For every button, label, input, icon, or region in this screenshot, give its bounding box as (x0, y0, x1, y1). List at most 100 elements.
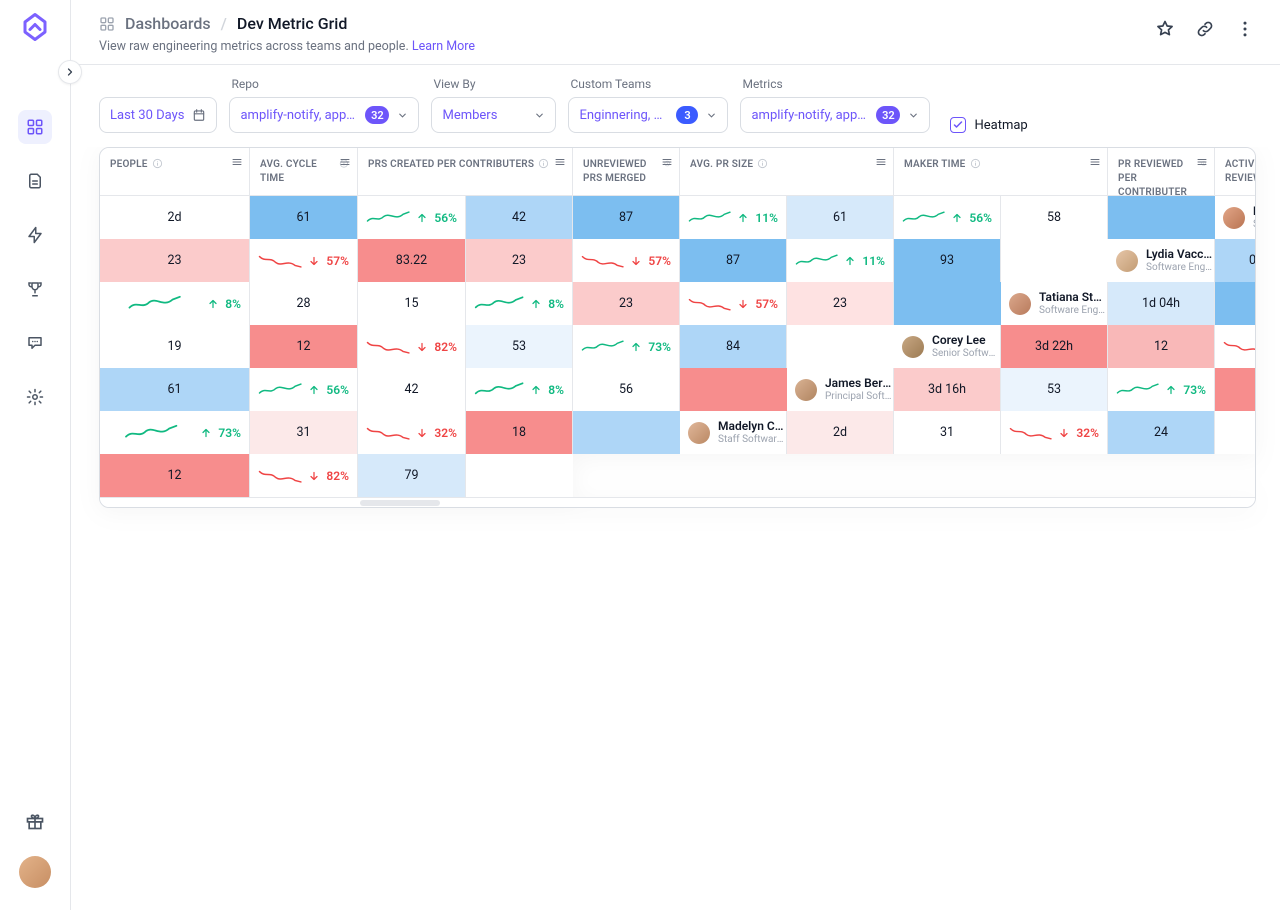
column-menu-icon[interactable] (339, 156, 351, 168)
trend-cell: 32% (358, 411, 466, 454)
calendar-icon (192, 108, 206, 122)
metric-cell (787, 325, 894, 368)
app-logo (20, 12, 50, 42)
column-header[interactable]: MAKER TIME (894, 148, 1108, 196)
page-subtitle: View raw engineering metrics across team… (99, 39, 475, 54)
trend-arrow-icon (630, 255, 642, 267)
metric-cell: 56 (573, 368, 680, 411)
date-range-picker[interactable]: Last 30 Days (99, 97, 217, 133)
trend-cell: 82% (1215, 325, 1256, 368)
column-menu-icon[interactable] (554, 156, 566, 168)
metric-cell: 0d 23h (1215, 239, 1256, 282)
trend-arrow-icon (1165, 384, 1177, 396)
nav-dashboards[interactable] (18, 110, 52, 144)
people-cell[interactable]: Corey LeeSenior Software Engineer (894, 325, 1001, 368)
metric-cell: 83.22 (358, 239, 466, 282)
trend-arrow-icon (1058, 427, 1070, 439)
column-menu-icon[interactable] (1089, 156, 1101, 168)
user-avatar[interactable] (19, 856, 51, 888)
repo-filter[interactable]: amplify-notify, apps… 32 (229, 97, 419, 133)
people-cell[interactable]: Rishabh RawatStaff Software Engineer (1215, 196, 1256, 239)
people-cell[interactable]: Lydia VaccaroSoftware Engineer II (1108, 239, 1215, 282)
repo-count-badge: 32 (365, 106, 389, 124)
viewby-filter-label: View By (433, 77, 556, 91)
sidebar (0, 0, 71, 910)
person-role: Software Engineer II (1146, 261, 1214, 275)
trend-cell: 82% (358, 325, 466, 368)
favorite-button[interactable] (1154, 18, 1176, 40)
trend-arrow-icon (416, 212, 428, 224)
metric-cell: 23 (787, 282, 894, 325)
column-header[interactable]: ACTIVE REVIEWS (1215, 148, 1256, 196)
metric-cell: 12 (100, 454, 250, 497)
metric-cell: 42 (358, 368, 466, 411)
repo-filter-label: Repo (231, 77, 419, 91)
metric-cell: 19 (100, 325, 250, 368)
metric-cell: 23 (100, 239, 250, 282)
column-header[interactable]: AVG. PR SIZE (680, 148, 894, 196)
nav-feedback[interactable] (18, 326, 52, 360)
trend-arrow-icon (530, 384, 542, 396)
person-name: Lydia Vaccaro (1146, 247, 1214, 261)
metric-cell: 53 (466, 325, 573, 368)
trend-arrow-icon (308, 384, 320, 396)
column-menu-icon[interactable] (1196, 156, 1208, 168)
metric-cell: 2d (787, 411, 894, 454)
heatmap-toggle[interactable]: Heatmap (950, 117, 1027, 133)
chevron-down-icon (397, 110, 408, 121)
people-cell[interactable]: Tatiana StantonSoftware Engineer I (1001, 282, 1108, 325)
nav-achievements[interactable] (18, 272, 52, 306)
column-menu-icon[interactable] (875, 156, 887, 168)
people-cell[interactable]: James BergsonPrincipal Software Engine… (787, 368, 894, 411)
sidebar-collapse-toggle[interactable] (58, 60, 82, 84)
nav-reports[interactable] (18, 164, 52, 198)
column-menu-icon[interactable] (231, 156, 243, 168)
topbar: Dashboards / Dev Metric Grid View raw en… (71, 0, 1280, 65)
metric-cell: 87 (1215, 282, 1256, 325)
metric-cell: 61 (787, 196, 894, 239)
table-horizontal-scrollbar[interactable] (100, 497, 1255, 507)
metrics-filter[interactable]: amplify-notify, apps… 32 (740, 97, 930, 133)
metric-cell: 61 (100, 368, 250, 411)
metric-cell: 53 (1001, 368, 1108, 411)
breadcrumb-root[interactable]: Dashboards (125, 14, 211, 33)
trend-arrow-icon (737, 298, 749, 310)
person-avatar (1009, 293, 1031, 315)
column-header[interactable]: PRS CREATED PER CONTRIBUTERS (358, 148, 573, 196)
column-header[interactable]: AVG. CYCLE TIME (250, 148, 358, 196)
trend-arrow-icon (416, 341, 428, 353)
trend-cell: 57% (573, 239, 680, 282)
copy-link-button[interactable] (1194, 18, 1216, 40)
nav-gift[interactable] (18, 804, 52, 838)
viewby-filter[interactable]: Members (431, 97, 556, 133)
more-options-button[interactable] (1234, 18, 1256, 40)
metric-cell: 87 (573, 196, 680, 239)
people-cell[interactable]: Madelyn CarderStaff Software Engineer (680, 411, 787, 454)
nav-settings[interactable] (18, 380, 52, 414)
learn-more-link[interactable]: Learn More (412, 39, 475, 54)
metric-cell: 31 (1215, 411, 1256, 454)
metrics-filter-label: Metrics (742, 77, 930, 91)
chevron-down-icon (908, 110, 919, 121)
column-header[interactable]: UNREVIEWED PRS MERGED (573, 148, 680, 196)
metric-cell: 79 (358, 454, 466, 497)
trend-arrow-icon (416, 427, 428, 439)
person-name: Madelyn Carder (718, 419, 786, 433)
person-role: Senior Software Engineer (932, 347, 1000, 361)
chevron-down-icon (706, 110, 717, 121)
metric-cell: 1d 04h (1108, 282, 1215, 325)
metric-cell (894, 282, 1001, 325)
metric-cell: 31 (894, 411, 1001, 454)
column-menu-icon[interactable] (661, 156, 673, 168)
column-header[interactable]: PEOPLE (100, 148, 250, 196)
trend-cell: 56% (250, 368, 358, 411)
trend-cell: 57% (250, 239, 358, 282)
teams-filter[interactable]: Enginnering, QA… 3 (568, 97, 728, 133)
nav-activity[interactable] (18, 218, 52, 252)
person-name: James Bergson (825, 376, 893, 390)
column-header[interactable]: PR REVIEWED PER CONTRIBUTER (1108, 148, 1215, 196)
trend-arrow-icon (308, 255, 320, 267)
teams-filter-label: Custom Teams (570, 77, 728, 91)
person-avatar (795, 379, 817, 401)
trend-arrow-icon (207, 298, 219, 310)
